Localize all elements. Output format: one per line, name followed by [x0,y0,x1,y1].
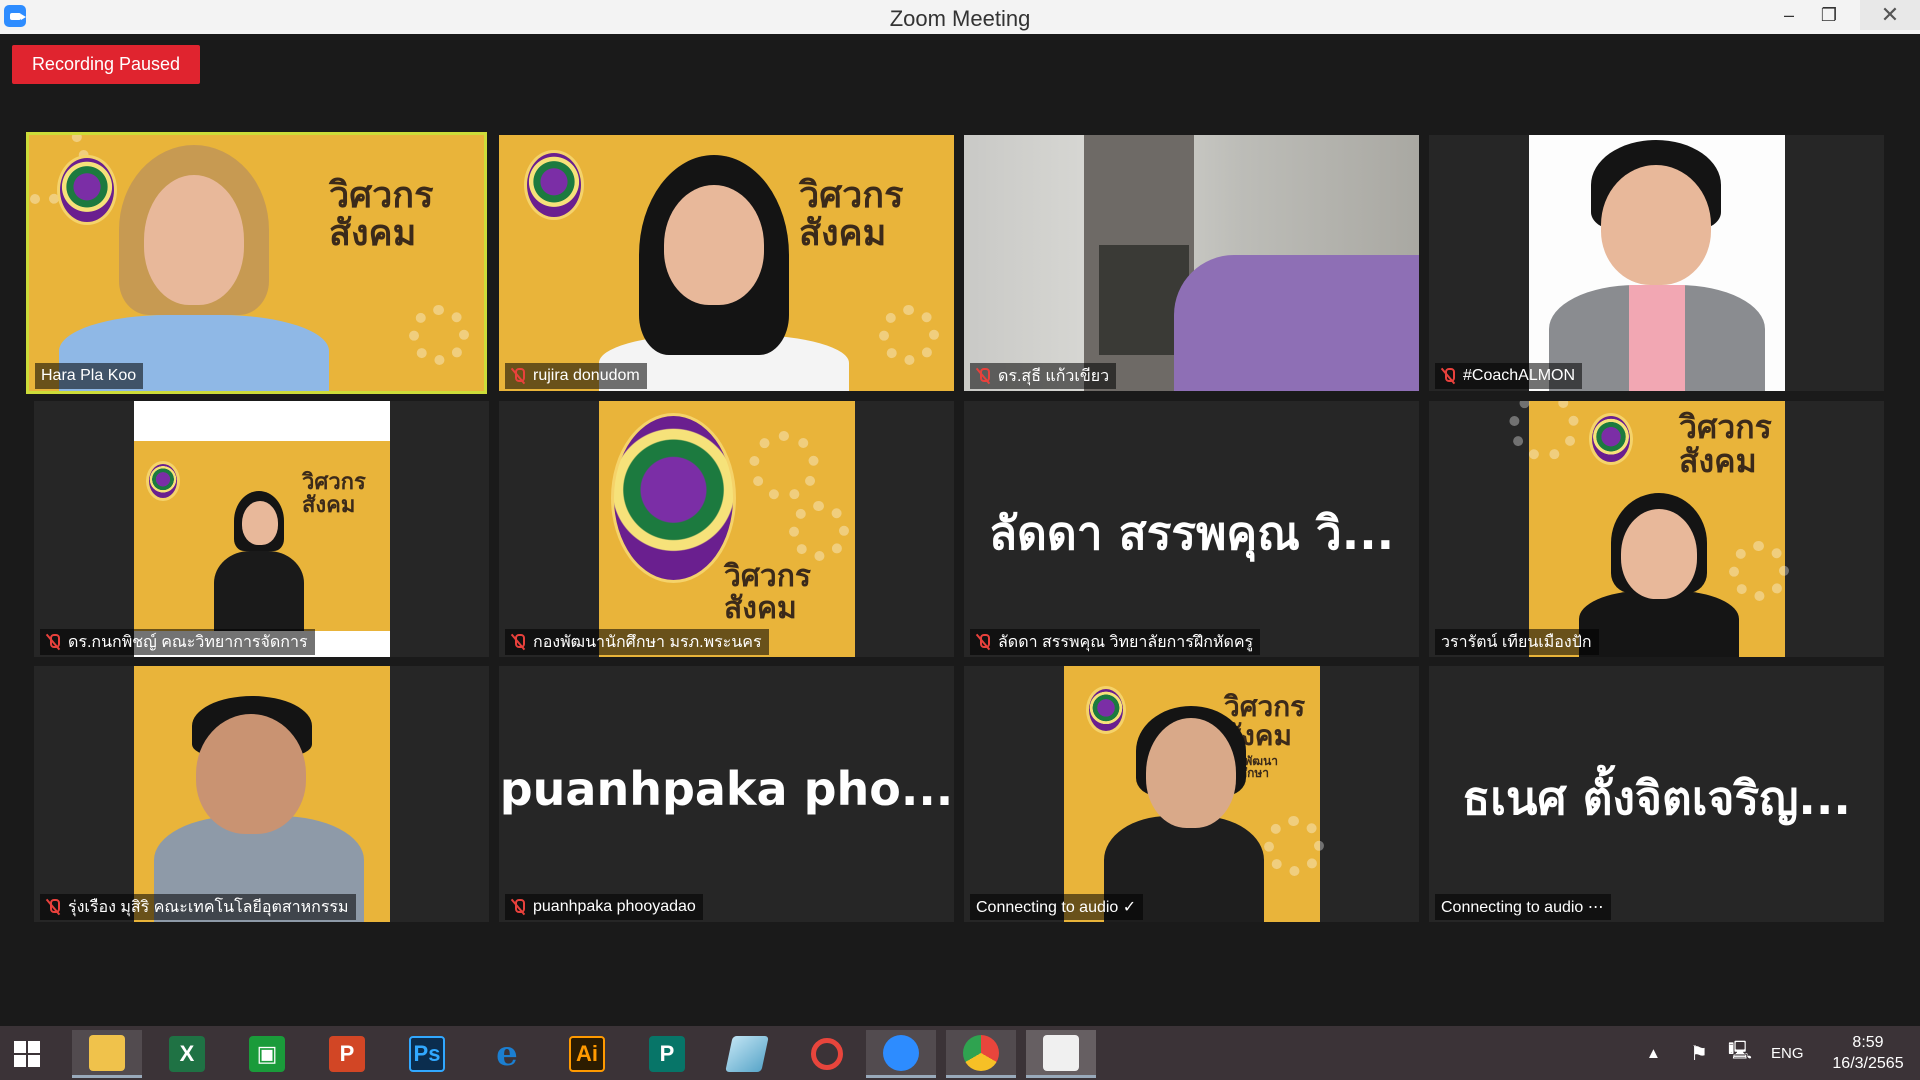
taskbar-zoom[interactable] [866,1030,936,1078]
participant-display-name: puanhpaka pho... [499,762,954,816]
participant-name: ดร.สุธี แก้วเขียว [970,363,1117,389]
university-logo [146,461,180,501]
clock-date: 16/3/2565 [1832,1055,1904,1072]
taskbar-chrome[interactable] [946,1030,1016,1078]
start-button[interactable] [14,1041,40,1067]
participant-name: กองพัฒนานักศึกษา มรภ.พระนคร [505,629,769,655]
participant-name: วรารัตน์ เทียนเมืองปัก [1435,629,1599,655]
brand-title: วิศวกร สังคม [1679,408,1772,480]
store-icon: ▣ [249,1036,285,1072]
participant-tile-student-affairs[interactable]: วิศวกร สังคม กองพัฒนานักศึกษา มรภ.พระนคร [499,401,954,657]
taskbar-powerpoint[interactable]: P [312,1030,382,1078]
excel-icon: X [169,1036,205,1072]
brand-title: วิศวกร สังคม [724,559,812,626]
participant-name: รุ่งเรือง มุสิริ คณะเทคโนโลยีอุตสาหกรรม [40,894,356,920]
folder-icon [89,1034,125,1071]
powerpoint-icon: P [329,1036,365,1072]
meeting-gallery: Recording Paused วิศวกร สังคม Hara Pla Ko… [0,34,1920,1026]
participant-name: rujira donudom [505,363,647,389]
chrome-icon [963,1034,999,1071]
participant-name: #CoachALMON [1435,363,1583,389]
taskbar-excel[interactable]: X [152,1030,222,1078]
participant-tile-connecting-1[interactable]: วิศวกร สังคม กองพัฒนานักศึกษา Connecting t… [964,666,1419,922]
participant-tile-dr-suthee[interactable]: ดร.สุธี แก้วเขียว [964,135,1419,391]
mic-muted-icon [46,898,60,916]
notes-app-icon [725,1036,769,1072]
participant-video [134,666,390,922]
participant-tile-rujira-donudom[interactable]: วิศวกร สังคม rujira donudom [499,135,954,391]
participant-name: Connecting to audio ⋯ [1435,894,1611,920]
close-button[interactable]: ✕ [1860,0,1920,30]
window-title: Zoom Meeting [889,6,1031,31]
clock-time: 8:59 [1852,1034,1884,1051]
publisher-icon: P [649,1036,685,1072]
participant-display-name: ลัดดา สรรพคุณ วิ... [988,506,1395,560]
language-indicator[interactable]: ENG [1771,1026,1804,1080]
university-logo [1086,686,1126,734]
photoshop-icon: Ps [409,1036,445,1072]
mic-muted-icon [46,633,60,651]
participant-video [1174,255,1419,391]
taskbar-notes-app[interactable] [712,1030,782,1078]
participant-tile-rungruang[interactable]: รุ่งเรือง มุสิริ คณะเทคโนโลยีอุตสาหกรรม [34,666,489,922]
participant-tile-hara-pla-koo[interactable]: วิศวกร สังคม Hara Pla Koo [26,132,487,394]
brand-title: วิศวกร สังคม [329,175,434,254]
brand-title: วิศวกร สังคม [302,470,366,519]
mic-muted-icon [511,633,525,651]
internet-explorer-icon: e [496,1034,518,1074]
participant-video: วิศวกร สังคม [134,401,390,657]
network-icon[interactable]: 🖳 [1728,1026,1752,1080]
participant-tile-puanhpaka[interactable]: puanhpaka pho... puanhpaka phooyadao [499,666,954,922]
university-logo [524,150,584,220]
mic-muted-icon [976,633,990,651]
taskbar-publisher[interactable]: P [632,1030,702,1078]
title-bar: Zoom Meeting – ❐ ✕ [0,0,1920,34]
image-viewer-icon [1043,1034,1079,1071]
participant-video: วิศวกร สังคม [1509,401,1789,657]
participant-tile-dr-kanokpit[interactable]: วิศวกร สังคม ดร.กนกพิชญ์ คณะวิทยาการจัดกา… [34,401,489,657]
zoom-icon [883,1034,919,1071]
mic-muted-icon [511,898,525,916]
participant-tile-wararat[interactable]: วิศวกร สังคม วรารัตน์ เทียนเมืองปัก [1429,401,1884,657]
mic-muted-icon [511,367,525,385]
university-logo [611,413,736,583]
taskbar-file-explorer[interactable] [72,1030,142,1078]
participant-tile-coachalmon[interactable]: #CoachALMON [1429,135,1884,391]
mic-muted-icon [976,367,990,385]
brand-title: วิศวกร สังคม [799,175,904,254]
participant-tile-thanet[interactable]: ธเนศ ตั้งจิตเจริญ... Connecting to audio… [1429,666,1884,922]
taskbar-image-viewer[interactable] [1026,1030,1096,1078]
participant-name: ดร.กนกพิชญ์ คณะวิทยาการจัดการ [40,629,315,655]
taskbar-photoscape[interactable] [792,1030,862,1078]
system-clock[interactable]: 8:59 16/3/2565 [1816,1032,1920,1074]
participant-display-name: ธเนศ ตั้งจิตเจริญ... [1462,771,1851,825]
participant-name: ลัดดา สรรพคุณ วิทยาลัยการฝึกหัดครู [970,629,1261,655]
participant-name: Hara Pla Koo [35,363,144,389]
taskbar-photoshop[interactable]: Ps [392,1030,462,1078]
university-logo [57,155,117,225]
university-logo [1589,413,1633,465]
photoscape-icon [811,1038,843,1070]
mic-muted-icon [1441,367,1455,385]
participant-name: Connecting to audio ✓ [970,894,1144,920]
taskbar-internet-explorer[interactable]: e [472,1030,542,1078]
windows-taskbar: X ▣ P Ps e Ai P ▲ ⚑ 🖳 ENG 8:59 16/3/2565 [0,1026,1920,1080]
action-center-flag-icon[interactable]: ⚑ [1690,1026,1708,1080]
show-hidden-icons-button[interactable]: ▲ [1646,1026,1661,1080]
illustrator-icon: Ai [569,1036,605,1072]
participant-tile-ladda[interactable]: ลัดดา สรรพคุณ วิ... ลัดดา สรรพคุณ วิทยาล… [964,401,1419,657]
participant-video [1529,135,1785,391]
taskbar-store[interactable]: ▣ [232,1030,302,1078]
restore-button[interactable]: ❐ [1806,0,1852,30]
recording-paused-badge[interactable]: Recording Paused [12,45,200,84]
participant-video: วิศวกร สังคม กองพัฒนานักศึกษา [1064,666,1324,922]
taskbar-illustrator[interactable]: Ai [552,1030,622,1078]
participant-video: วิศวกร สังคม [599,401,855,657]
participant-name: puanhpaka phooyadao [505,894,703,920]
